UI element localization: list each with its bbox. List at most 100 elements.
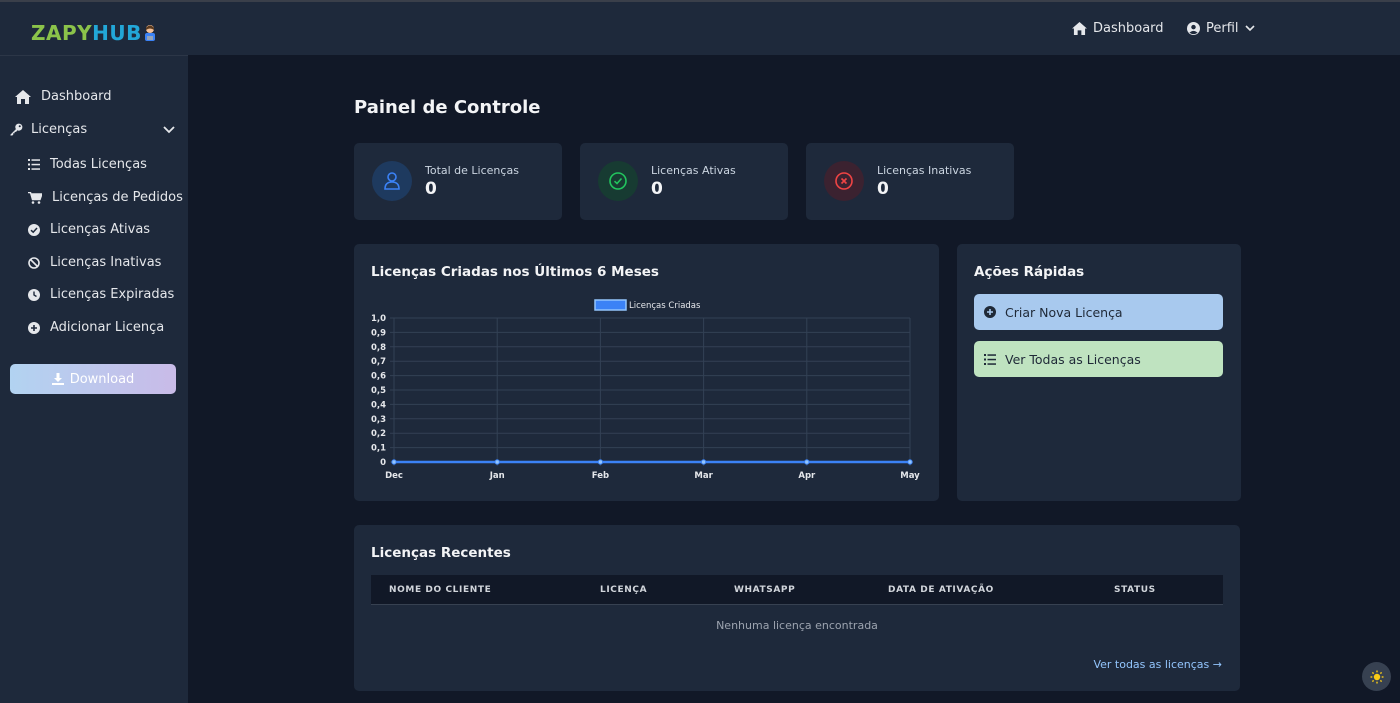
column-header: WHATSAPP [734, 585, 796, 595]
y-tick-label: 0,3 [371, 415, 386, 425]
x-tick-label: Feb [592, 471, 609, 481]
data-point [700, 459, 707, 465]
brand-name-part1: ZAPY [31, 21, 93, 45]
cart-icon [28, 191, 42, 204]
sidebar-item-licencas-expiradas[interactable]: Licenças Expiradas [28, 287, 174, 302]
clock-icon [28, 288, 40, 301]
data-point [804, 459, 810, 465]
recent-licenses-title: Licenças Recentes [371, 545, 511, 561]
y-tick-label: 0,2 [371, 429, 386, 439]
view-all-licenses-label: Ver Todas as Licenças [1005, 351, 1141, 367]
profile-menu[interactable]: Perfil [1187, 21, 1255, 36]
sidebar-item-licencas-ativas[interactable]: Licenças Ativas [28, 222, 150, 237]
user-icon [372, 161, 412, 201]
view-all-licenses-button[interactable]: Ver Todas as Licenças [974, 341, 1223, 377]
y-tick-label: 1,0 [371, 314, 386, 324]
sidebar-item-licencas[interactable]: Licenças [10, 122, 87, 137]
table-header: NOME DO CLIENTE LICENÇA WHATSAPP DATA DE… [371, 575, 1223, 605]
empty-table-message: Nenhuma licença encontrada [716, 619, 878, 632]
column-header: NOME DO CLIENTE [389, 585, 492, 595]
profile-label: Perfil [1206, 21, 1239, 36]
stat-card-ativas: Licenças Ativas 0 [580, 143, 788, 220]
y-tick-label: 0 [380, 458, 386, 468]
topnav-dashboard-label: Dashboard [1093, 21, 1164, 36]
data-point [391, 459, 397, 465]
top-bar: ZAPYHUB Dashboard Perfil [0, 0, 1400, 55]
brand-name-part2: HUB [92, 21, 142, 45]
create-license-label: Criar Nova Licença [1005, 304, 1123, 320]
x-tick-label: Mar [694, 471, 713, 481]
line-chart: 1,0 0,9 0,8 0,7 0,6 0,5 0,4 0,3 0,2 0,1 0 Dec Jan Feb… [371, 299, 920, 481]
x-tick-label: Apr [798, 471, 816, 481]
brand-logo[interactable]: ZAPYHUB [31, 21, 157, 45]
y-tick-label: 0,6 [371, 372, 386, 382]
page-title: Painel de Controle [354, 97, 541, 118]
data-point [494, 459, 500, 465]
sidebar-item-label: Licenças Expiradas [50, 287, 175, 302]
y-tick-label: 0,7 [371, 357, 386, 367]
chart-panel: Licenças Criadas nos Últimos 6 Meses 1,0… [354, 244, 939, 501]
plus-circle-icon [28, 321, 40, 334]
sidebar-item-label: Todas Licenças [50, 157, 147, 172]
quick-actions-title: Ações Rápidas [974, 264, 1085, 280]
column-header: LICENÇA [600, 585, 648, 595]
home-icon [15, 89, 31, 104]
list-icon [28, 159, 40, 170]
theme-toggle-button[interactable] [1362, 662, 1391, 691]
column-header: DATA DE ATIVAÇÃO [888, 585, 994, 595]
y-tick-label: 0,9 [371, 328, 386, 338]
y-tick-label: 0,5 [371, 386, 386, 396]
y-tick-label: 0,4 [371, 400, 386, 410]
data-point [907, 459, 913, 465]
stat-label: Total de Licenças [425, 164, 519, 177]
sidebar-item-label: Licenças Ativas [50, 222, 151, 237]
chevron-down-icon [1244, 25, 1255, 32]
y-tick-label: 0,1 [371, 444, 386, 454]
stat-label: Licenças Ativas [651, 164, 736, 177]
sidebar-item-todas-licencas[interactable]: Todas Licenças [28, 157, 147, 172]
x-tick-label: May [900, 471, 920, 481]
stat-value: 0 [877, 179, 889, 199]
sidebar-item-dashboard[interactable]: Dashboard [15, 89, 112, 104]
legend-swatch [594, 299, 627, 311]
stat-value: 0 [651, 179, 663, 199]
x-tick-label: Dec [385, 471, 403, 481]
sidebar-item-licencas-inativas[interactable]: Licenças Inativas [28, 255, 161, 270]
user-circle-icon [1187, 22, 1200, 35]
list-icon [984, 353, 996, 365]
sidebar-item-label: Licenças de Pedidos [52, 190, 183, 205]
check-circle-icon [28, 223, 40, 236]
legend-label: Licenças Criadas [629, 301, 701, 311]
quick-actions-panel: Ações Rápidas Criar Nova Licença Ver Tod… [957, 244, 1241, 501]
topnav-dashboard-link[interactable]: Dashboard [1072, 21, 1164, 36]
plus-circle-icon [984, 306, 996, 318]
x-circle-icon [824, 161, 864, 201]
view-all-licenses-link[interactable]: Ver todas as licenças → [1093, 658, 1222, 671]
stat-card-total: Total de Licenças 0 [354, 143, 562, 220]
check-circle-icon [598, 161, 638, 201]
ban-icon [28, 256, 40, 269]
sidebar-item-label: Licenças Inativas [50, 255, 162, 270]
y-tick-label: 0,8 [371, 343, 386, 353]
sidebar-item-label: Adicionar Licença [50, 320, 165, 335]
home-icon [1072, 22, 1087, 35]
chevron-down-icon[interactable] [163, 126, 175, 134]
create-license-button[interactable]: Criar Nova Licença [974, 294, 1223, 330]
stat-value: 0 [425, 179, 437, 199]
data-point [597, 459, 604, 465]
mascot-icon [144, 25, 155, 41]
sidebar: Dashboard Licenças Todas Licenças Licenç… [0, 55, 188, 703]
sidebar-item-label: Dashboard [41, 89, 112, 104]
sidebar-item-adicionar-licenca[interactable]: Adicionar Licença [28, 320, 164, 335]
x-tick-label: Jan [489, 471, 505, 481]
sidebar-item-licencas-pedidos[interactable]: Licenças de Pedidos [28, 190, 183, 205]
sun-icon [1370, 670, 1383, 683]
download-button[interactable]: Download [10, 364, 176, 394]
stat-label: Licenças Inativas [877, 164, 972, 177]
download-label: Download [69, 371, 135, 387]
stat-card-inativas: Licenças Inativas 0 [806, 143, 1014, 220]
sidebar-item-label: Licenças [31, 122, 88, 137]
column-header: STATUS [1114, 585, 1156, 595]
recent-licenses-panel: Licenças Recentes NOME DO CLIENTE LICENÇ… [354, 525, 1240, 691]
key-icon [10, 123, 23, 136]
